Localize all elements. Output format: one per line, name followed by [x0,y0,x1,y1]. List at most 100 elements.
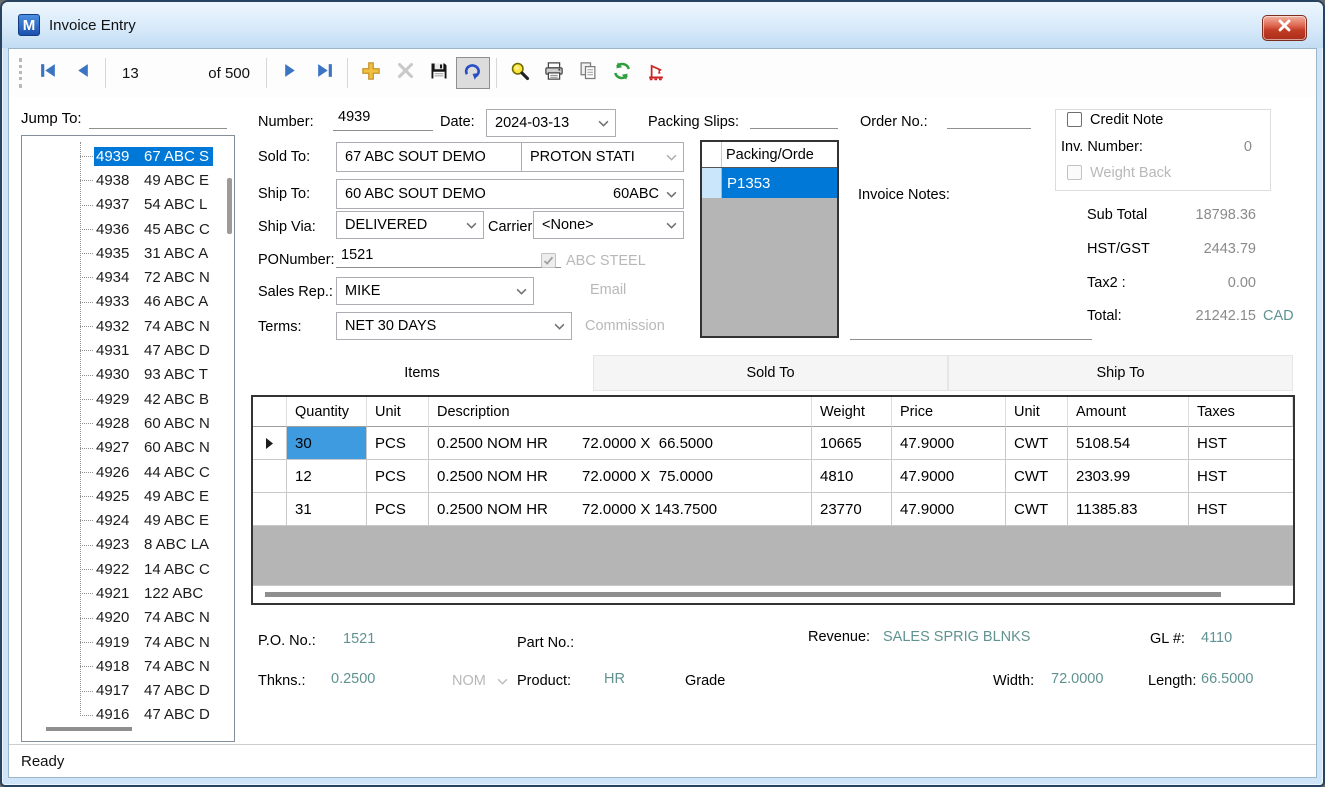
first-record-button[interactable] [31,57,65,89]
cell-weight[interactable]: 23770 [812,493,892,526]
packing-grid-column-header[interactable]: Packing/Orde [722,142,837,167]
cell-unit[interactable]: PCS [367,460,429,493]
date-dropdown[interactable]: 2024-03-13 [486,109,616,137]
row-selector[interactable] [253,493,287,526]
list-item[interactable]: 491974 ABC N [22,630,226,654]
nom-dropdown[interactable]: NOM [452,673,508,689]
current-row-marker[interactable] [253,427,287,460]
cell-description[interactable]: 0.2500 NOM HR72.0000 X 66.5000 [429,427,812,460]
commission-button[interactable]: Commission [585,318,665,334]
cell-taxes[interactable]: HST [1189,460,1293,493]
cell-price[interactable]: 47.9000 [892,493,1006,526]
search-button[interactable] [503,57,537,89]
cell-amount[interactable]: 2303.99 [1068,460,1189,493]
close-button[interactable] [1262,15,1307,41]
grid-horizontal-scrollbar[interactable] [253,585,1293,603]
list-item[interactable]: 493346 ABC A [22,290,226,314]
po-number-input[interactable]: 1521 [336,247,561,268]
cell-weight[interactable]: 4810 [812,460,892,493]
column-header-quantity[interactable]: Quantity [287,397,367,427]
list-item[interactable]: 491874 ABC N [22,654,226,678]
sales-rep-dropdown[interactable]: MIKE [336,277,534,305]
list-item[interactable]: 492449 ABC E [22,508,226,532]
column-header-price[interactable]: Price [892,397,1006,427]
toolbar-grip[interactable] [19,58,23,88]
cell-amount[interactable]: 5108.54 [1068,427,1189,460]
ship-to-dropdown[interactable]: 60 ABC SOUT DEMO 60ABC [336,179,684,209]
weight-back-checkbox[interactable] [1067,165,1082,180]
list-item[interactable]: 491747 ABC D [22,679,226,703]
cell-unit2[interactable]: CWT [1006,493,1068,526]
number-input[interactable]: 4939 [333,109,433,131]
cell-price[interactable]: 47.9000 [892,427,1006,460]
grid-row[interactable]: 30 PCS 0.2500 NOM HR72.0000 X 66.5000 10… [253,427,1293,460]
cell-description[interactable]: 0.2500 NOM HR72.0000 X 75.0000 [429,460,812,493]
column-header-description[interactable]: Description [429,397,812,427]
horizontal-scrollbar[interactable] [46,727,132,731]
cell-unit[interactable]: PCS [367,493,429,526]
list-item[interactable]: 493147 ABC D [22,338,226,362]
list-item[interactable]: 493849 ABC E [22,168,226,192]
grid-row[interactable]: 31 PCS 0.2500 NOM HR72.0000 X 143.7500 2… [253,493,1293,526]
cell-unit[interactable]: PCS [367,427,429,460]
list-item[interactable]: 493645 ABC C [22,217,226,241]
cell-unit2[interactable]: CWT [1006,460,1068,493]
cell-taxes[interactable]: HST [1189,427,1293,460]
terms-dropdown[interactable]: NET 30 DAYS [336,312,572,340]
list-item[interactable]: 493967 ABC S [22,144,226,168]
add-record-button[interactable] [354,57,388,89]
packing-slip-cell[interactable]: P1353 [722,168,837,198]
jump-to-input[interactable] [89,109,227,129]
delete-record-button[interactable] [388,57,422,89]
email-button[interactable]: Email [590,282,626,298]
cell-description[interactable]: 0.2500 NOM HR72.0000 X 143.7500 [429,493,812,526]
last-record-button[interactable] [307,57,341,89]
credit-note-checkbox[interactable] [1067,112,1082,127]
cell-unit2[interactable]: CWT [1006,427,1068,460]
packing-row-selector[interactable] [702,168,722,198]
column-header-unit[interactable]: Unit [367,397,429,427]
cell-weight[interactable]: 10665 [812,427,892,460]
vertical-scrollbar[interactable] [227,178,232,234]
list-item[interactable]: 4921122 ABC [22,581,226,605]
column-header-unit2[interactable]: Unit [1006,397,1068,427]
tab-items[interactable]: Items [251,355,593,391]
list-item[interactable]: 493472 ABC N [22,265,226,289]
cell-amount[interactable]: 11385.83 [1068,493,1189,526]
cell-quantity[interactable]: 31 [287,493,367,526]
ship-via-dropdown[interactable]: DELIVERED [336,211,484,239]
list-item[interactable]: 49238 ABC LA [22,533,226,557]
carrier-dropdown[interactable]: <None> [533,211,684,239]
refresh-button[interactable] [605,57,639,89]
list-item[interactable]: 493531 ABC A [22,241,226,265]
save-button[interactable] [422,57,456,89]
order-no-input[interactable] [947,109,1031,129]
previous-record-button[interactable] [65,57,99,89]
tab-ship-to[interactable]: Ship To [948,355,1293,391]
crane-button[interactable] [639,57,673,89]
row-selector[interactable] [253,460,287,493]
cell-taxes[interactable]: HST [1189,493,1293,526]
copy-button[interactable] [571,57,605,89]
list-item[interactable]: 492644 ABC C [22,460,226,484]
abc-steel-checkbox[interactable] [541,253,556,268]
cell-price[interactable]: 47.9000 [892,460,1006,493]
packing-grid-row[interactable]: P1353 [702,168,837,198]
next-record-button[interactable] [273,57,307,89]
grid-row[interactable]: 12 PCS 0.2500 NOM HR72.0000 X 75.0000 48… [253,460,1293,493]
tab-sold-to[interactable]: Sold To [593,355,948,391]
list-item[interactable]: 492860 ABC N [22,411,226,435]
column-header-taxes[interactable]: Taxes [1189,397,1293,427]
list-item[interactable]: 491647 ABC D [22,703,226,727]
list-item[interactable]: 492549 ABC E [22,484,226,508]
list-item[interactable]: 492760 ABC N [22,436,226,460]
column-header-weight[interactable]: Weight [812,397,892,427]
column-header-amount[interactable]: Amount [1068,397,1189,427]
sold-to-input[interactable]: 67 ABC SOUT DEMO [336,142,522,172]
list-item[interactable]: 492074 ABC N [22,606,226,630]
undo-changes-button[interactable] [456,57,490,89]
list-item[interactable]: 492214 ABC C [22,557,226,581]
cell-quantity[interactable]: 30 [287,427,367,460]
list-item[interactable]: 493274 ABC N [22,314,226,338]
cell-quantity[interactable]: 12 [287,460,367,493]
